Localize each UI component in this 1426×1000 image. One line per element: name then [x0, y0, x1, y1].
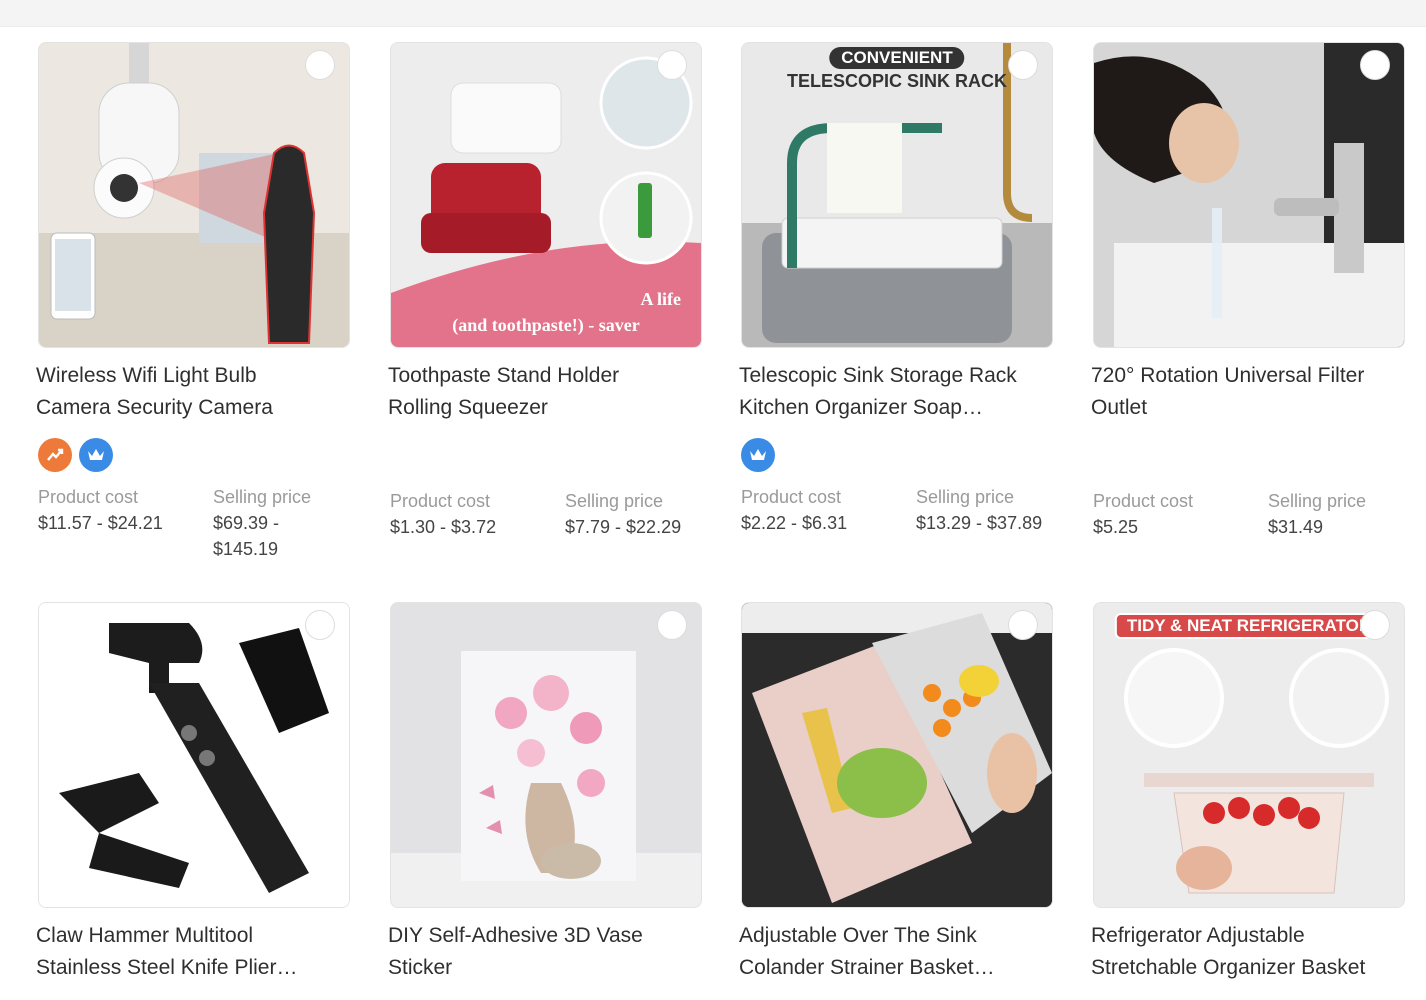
product-cost: Product cost $2.22 - $6.31 [741, 487, 848, 533]
product-image[interactable]: A life (and toothpaste!) - saver [390, 42, 702, 348]
badge-row [38, 438, 113, 472]
product-title[interactable]: Claw Hammer Multitool Stainless Steel Kn… [36, 920, 356, 984]
badge-row [741, 438, 775, 472]
product-image[interactable] [38, 602, 350, 908]
camera-scene-image [39, 43, 349, 347]
product-image[interactable] [390, 602, 702, 908]
fridge-basket-image [1094, 603, 1404, 907]
product-image[interactable]: TIDY & NEAT REFRIGERATOR [1093, 602, 1405, 908]
select-checkbox[interactable] [1008, 610, 1038, 640]
product-title[interactable]: Telescopic Sink Storage Rack Kitchen Org… [739, 360, 1059, 424]
selling-price: Selling price $31.49 [1268, 491, 1367, 537]
trending-icon [38, 438, 72, 472]
faucet-image [1094, 43, 1404, 347]
selling-price: Selling price $69.39 - $145.19 [213, 487, 312, 559]
product-card[interactable]: TIDY & NEAT REFRIGERATOR Refrigerator Ad… [1091, 602, 1405, 979]
select-checkbox[interactable] [305, 50, 335, 80]
product-image[interactable] [741, 602, 1053, 908]
selling-price: Selling price $7.79 - $22.29 [565, 491, 682, 537]
top-bar [0, 0, 1426, 27]
product-title[interactable]: 720° Rotation Universal Filter Outlet [1091, 360, 1411, 424]
product-image[interactable] [38, 42, 350, 348]
select-checkbox[interactable] [1360, 50, 1390, 80]
select-checkbox[interactable] [657, 610, 687, 640]
product-card[interactable]: A life (and toothpaste!) - saver Toothpa… [388, 42, 702, 537]
product-card[interactable]: CONVENIENT TELESCOPIC SINK RACK Telescop… [739, 42, 1053, 533]
product-cost: Product cost $5.25 [1093, 491, 1194, 537]
product-title[interactable]: Adjustable Over The Sink Colander Strain… [739, 920, 1059, 984]
product-card[interactable]: DIY Self-Adhesive 3D Vase Sticker [388, 602, 702, 979]
product-card[interactable]: Claw Hammer Multitool Stainless Steel Kn… [36, 602, 350, 979]
product-cost: Product cost $11.57 - $24.21 [38, 487, 163, 533]
product-title[interactable]: Refrigerator Adjustable Stretchable Orga… [1091, 920, 1411, 984]
product-title[interactable]: Wireless Wifi Light Bulb Camera Security… [36, 360, 356, 424]
select-checkbox[interactable] [1008, 50, 1038, 80]
select-checkbox[interactable] [305, 610, 335, 640]
product-card[interactable]: Adjustable Over The Sink Colander Strain… [739, 602, 1053, 979]
hammer-multitool-image [39, 603, 349, 907]
vase-sticker-image [391, 603, 701, 907]
product-cost: Product cost $1.30 - $3.72 [390, 491, 497, 537]
selling-price: Selling price $13.29 - $37.89 [916, 487, 1043, 533]
crown-icon [741, 438, 775, 472]
select-checkbox[interactable] [1360, 610, 1390, 640]
product-title[interactable]: DIY Self-Adhesive 3D Vase Sticker [388, 920, 708, 984]
product-title[interactable]: Toothpaste Stand Holder Rolling Squeezer [388, 360, 708, 424]
product-card[interactable]: 720° Rotation Universal Filter Outlet Pr… [1091, 42, 1405, 537]
product-image[interactable]: CONVENIENT TELESCOPIC SINK RACK [741, 42, 1053, 348]
select-checkbox[interactable] [657, 50, 687, 80]
colander-image [742, 603, 1052, 907]
product-card[interactable]: Wireless Wifi Light Bulb Camera Security… [36, 42, 350, 559]
crown-icon [79, 438, 113, 472]
product-image[interactable] [1093, 42, 1405, 348]
